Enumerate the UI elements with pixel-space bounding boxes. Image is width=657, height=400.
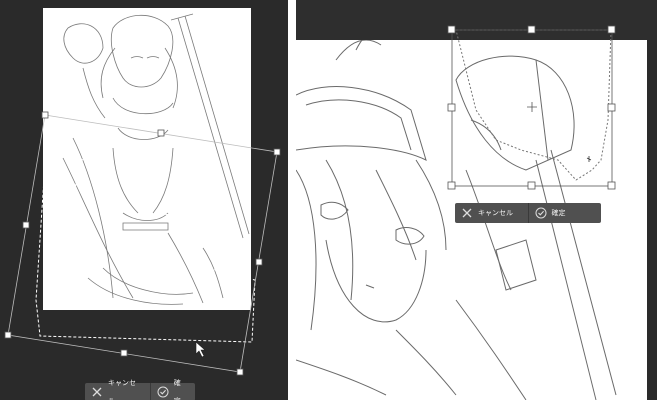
- right-screenshot: キャンセル 確定: [296, 0, 657, 400]
- close-icon: [91, 386, 103, 398]
- transform-handle-bottom-left[interactable]: [4, 331, 12, 339]
- check-circle-icon: [535, 207, 547, 219]
- selection-marquee: [455, 29, 612, 181]
- close-icon: [461, 207, 473, 219]
- transform-handle-bottom[interactable]: [527, 181, 536, 190]
- transform-handle-right[interactable]: [255, 258, 263, 266]
- transform-action-bar: キャンセル 確定: [85, 379, 195, 400]
- cancel-button[interactable]: キャンセル: [85, 379, 150, 400]
- transform-handle-bottom-right[interactable]: [236, 368, 244, 376]
- cancel-button[interactable]: キャンセル: [455, 203, 528, 223]
- transform-handle-left[interactable]: [22, 221, 30, 229]
- transform-handle-bottom[interactable]: [120, 349, 128, 357]
- selection-marquee: [35, 117, 256, 343]
- transform-handle-top-left[interactable]: [447, 25, 456, 34]
- confirm-label: 確定: [173, 379, 181, 400]
- cursor-icon: [586, 156, 592, 162]
- transform-handle-top-right[interactable]: [607, 25, 616, 34]
- transform-handle-bottom-right[interactable]: [607, 181, 616, 190]
- transform-box: [7, 114, 278, 373]
- confirm-label: 確定: [551, 209, 566, 217]
- transform-handle-top-right[interactable]: [273, 148, 281, 156]
- transform-center-icon: [527, 102, 537, 112]
- transform-handle-top[interactable]: [157, 129, 165, 137]
- transform-overlay[interactable]: [0, 0, 288, 400]
- transform-handle-right[interactable]: [607, 103, 616, 112]
- transform-handle-bottom-left[interactable]: [447, 181, 456, 190]
- cancel-label: キャンセル: [108, 379, 136, 400]
- transform-handle-left[interactable]: [447, 103, 456, 112]
- left-screenshot: キャンセル 確定: [0, 0, 288, 400]
- move-cursor-icon: [195, 341, 206, 358]
- transform-handle-top-left[interactable]: [41, 111, 49, 119]
- confirm-button[interactable]: 確定: [149, 379, 195, 400]
- confirm-button[interactable]: 確定: [527, 203, 602, 223]
- zoomed-transform-overlay[interactable]: [296, 0, 657, 400]
- cancel-label: キャンセル: [478, 209, 513, 217]
- check-circle-icon: [157, 386, 169, 398]
- transform-action-bar: キャンセル 確定: [455, 203, 601, 223]
- transform-handle-top[interactable]: [527, 25, 536, 34]
